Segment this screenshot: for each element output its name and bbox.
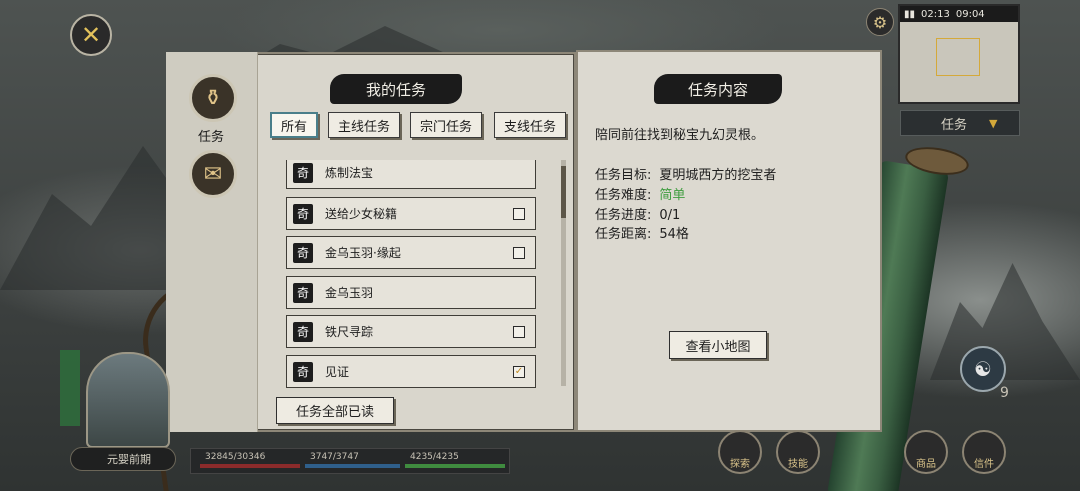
side-nav-label-quest: 任务 (198, 130, 225, 145)
scrollbar-thumb[interactable] (561, 166, 566, 218)
quest-detail-title: 任务内容 (654, 74, 782, 104)
mp-text: 3747/3747 (310, 452, 359, 462)
field-value: 54格 (659, 227, 689, 242)
field-value: 夏明城西方的挖宝者 (659, 168, 777, 183)
quest-target-row: 任务目标: 夏明城西方的挖宝者 (595, 164, 776, 183)
exp-bar (405, 464, 505, 468)
list-item[interactable]: 奇 炼制法宝 (286, 160, 536, 189)
quest-progress-row: 任务进度: 0/1 (595, 204, 680, 223)
mail-button[interactable]: 信件 (962, 430, 1006, 474)
quest-type-badge: 奇 (293, 361, 313, 382)
task-dropdown-label: 任务 (941, 117, 968, 133)
close-button[interactable]: ✕ (70, 14, 112, 56)
list-item[interactable]: 奇 送给少女秘籍 (286, 197, 536, 230)
task-dropdown[interactable]: 任务 ▼ (900, 110, 1020, 136)
quest-distance-row: 任务距离: 54格 (595, 223, 689, 242)
quest-difficulty-row: 任务难度: 简单 (595, 184, 685, 203)
tab-side-quest[interactable]: 支线任务 (494, 112, 566, 138)
quest-list[interactable]: 奇 炼制法宝 奇 送给少女秘籍 奇 金乌玉羽·缘起 奇 金乌玉羽 奇 铁尺寻踪 … (286, 160, 536, 390)
quest-list-title-text: 我的任务 (365, 80, 426, 99)
hp-bar (200, 464, 300, 468)
character-realm-text: 元婴前期 (107, 453, 151, 466)
quest-name: 铁尺寻踪 (325, 325, 374, 339)
tab-label: 所有 (280, 119, 307, 135)
field-label: 任务进度: (595, 208, 652, 223)
character-realm-tag[interactable]: 元婴前期 (70, 447, 176, 471)
quest-name: 金乌玉羽·缘起 (325, 246, 401, 260)
quest-type-badge: 奇 (293, 162, 313, 183)
quest-name: 送给少女秘籍 (325, 207, 398, 221)
quest-list-title: 我的任务 (330, 74, 462, 104)
quest-description: 陪同前往找到秘宝九幻灵根。 (595, 128, 765, 143)
exp-text: 4235/4235 (410, 452, 459, 462)
hp-text: 32845/30346 (205, 452, 266, 462)
quest-type-badge: 奇 (293, 321, 313, 342)
field-value-difficulty: 简单 (659, 188, 686, 203)
quest-checkbox[interactable] (513, 246, 525, 259)
tab-label: 宗门任务 (419, 119, 472, 135)
field-label: 任务目标: (595, 168, 652, 183)
bottom-menu-label: 信件 (974, 459, 994, 470)
field-label: 任务距离: (595, 227, 652, 242)
quest-checkbox-checked[interactable]: ✓ (513, 365, 525, 378)
mark-all-read-button[interactable]: 任务全部已读 (276, 397, 394, 424)
quest-scroll-icon[interactable]: ⚱ (189, 74, 237, 122)
explore-button[interactable]: 探索 (718, 430, 762, 474)
quest-type-badge: 奇 (293, 282, 313, 303)
tab-label: 主线任务 (337, 119, 390, 135)
clock-suffix: 09:04 (955, 8, 985, 20)
list-item[interactable]: 奇 见证 ✓ (286, 355, 536, 388)
view-minimap-label: 查看小地图 (685, 339, 751, 355)
character-portrait[interactable] (86, 352, 170, 448)
level-badge: 9 (1000, 385, 1009, 401)
quest-name: 见证 (325, 365, 350, 379)
minimap-header: ▮▮ 02:13 09:04 (900, 6, 1018, 22)
bottom-menu-label: 探索 (730, 459, 750, 470)
tab-sect-quest[interactable]: 宗门任务 (410, 112, 482, 138)
quest-name: 金乌玉羽 (325, 286, 374, 300)
side-buff-list[interactable] (60, 350, 80, 426)
goods-button[interactable]: 商品 (904, 430, 948, 474)
field-value: 0/1 (659, 208, 681, 223)
quest-name: 炼制法宝 (325, 166, 374, 180)
minimap-view-marker (936, 38, 980, 76)
minimap[interactable]: ▮▮ 02:13 09:04 (898, 4, 1020, 104)
list-item[interactable]: 奇 铁尺寻踪 (286, 315, 536, 348)
bottom-menu-label: 技能 (788, 459, 808, 470)
quest-detail-title-text: 任务内容 (687, 80, 748, 99)
tab-main-quest[interactable]: 主线任务 (328, 112, 400, 138)
field-label: 任务难度: (595, 188, 652, 203)
skills-button[interactable]: 技能 (776, 430, 820, 474)
quest-type-badge: 奇 (293, 242, 313, 263)
mark-all-read-label: 任务全部已读 (295, 405, 374, 420)
bottom-menu-label: 商品 (916, 459, 936, 470)
list-item[interactable]: 奇 金乌玉羽 (286, 276, 536, 309)
mp-bar (305, 464, 400, 468)
tab-label: 支线任务 (503, 119, 556, 135)
signal-icon: ▮▮ (904, 8, 916, 20)
view-minimap-button[interactable]: 查看小地图 (669, 331, 767, 359)
list-item[interactable]: 奇 金乌玉羽·缘起 (286, 236, 536, 269)
chevron-down-icon: ▼ (989, 116, 998, 130)
notes-icon[interactable]: ✉ (189, 150, 237, 198)
quest-checkbox[interactable] (513, 207, 525, 220)
tab-all[interactable]: 所有 (270, 112, 318, 138)
clock-text: 02:13 (921, 8, 950, 20)
close-icon: ✕ (80, 21, 102, 49)
quest-checkbox[interactable] (513, 325, 525, 338)
quest-type-badge: 奇 (293, 203, 313, 224)
settings-gear-icon[interactable]: ⚙ (866, 8, 894, 36)
